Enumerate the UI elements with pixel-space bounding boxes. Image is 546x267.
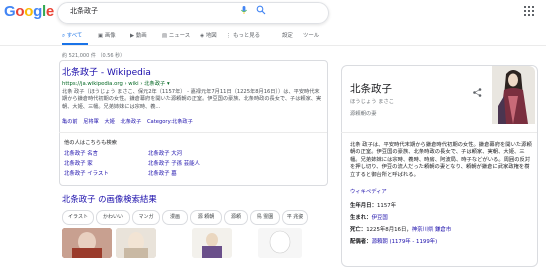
fact-row: 死亡：1225年8月16日，神奈川県 鎌倉市 [350,225,451,233]
map-icon: ◈ [200,33,205,39]
filter-chip[interactable]: 平 兆姿 [282,210,308,225]
fact-value: 1157年 [376,203,397,209]
tab-label: すべて [66,33,83,39]
thumbnail-image[interactable] [62,228,112,258]
result-stats: 約 521,000 件 （0.56 秒） [62,53,126,59]
tab-tools[interactable]: ツール [303,31,319,39]
fact-label: 死亡： [350,227,367,233]
tab-label: 地図 [205,33,217,39]
related-searches-heading: 他の人はこちらも検索 [64,140,117,146]
fact-label: 生まれ： [350,215,372,221]
fact-row: 生年月日：1157年 [350,201,396,209]
filter-chip[interactable]: 漫画 [162,210,188,225]
search-icon[interactable] [256,5,266,15]
news-icon: ▤ [162,33,168,39]
filter-chip[interactable]: マンガ [132,210,160,225]
header-divider [0,45,546,46]
panel-title: 北条政子 [350,83,392,95]
logo-letter: G [4,3,16,20]
tab-images[interactable]: ▣ 画像 [98,31,116,39]
share-icon[interactable] [473,88,482,97]
result-url[interactable]: https://ja.wikipedia.org › wiki › 北条政子 ▾ [62,79,170,87]
result-title-link[interactable]: 北条政子 - Wikipedia [62,65,151,78]
fact-row: 配偶者：源頼朝 (1179年 - 1199年) [350,237,437,245]
filter-chip[interactable]: イラスト [62,210,94,225]
panel-bio: 北条 政子は、平安時代末期から鎌倉時代初期の女性。鎌倉幕府を開いた源頼朝の正室。… [350,142,532,178]
search-small-icon: ⌕ [62,33,66,39]
filter-chip[interactable]: 源 頼朝 [190,210,222,225]
fact-link[interactable]: 源頼朝 (1179年 - 1199年) [372,239,438,245]
tab-all[interactable]: ⌕ すべて [62,31,82,40]
panel-reading: ほうじょう まさこ [350,99,395,105]
filter-chip[interactable]: 源頼 [224,210,248,225]
microphone-icon[interactable] [239,5,249,15]
image-icon: ▣ [98,33,104,39]
related-search-link[interactable]: 北条政子 イラスト [64,169,109,177]
logo-letter: e [45,3,54,20]
fact-label: 配偶者： [350,239,372,245]
tab-settings[interactable]: 設定 [282,31,293,39]
sitelink[interactable]: 亀の前 [62,119,78,125]
panel-divider [341,132,537,133]
related-search-link[interactable]: 北条政子 子孫 芸能人 [148,159,200,167]
tab-news[interactable]: ▤ ニュース [162,31,190,39]
fact-link[interactable]: 伊豆国 [372,215,388,221]
panel-description: 源頼朝の妻 [350,111,377,117]
portrait-image[interactable] [492,66,535,124]
tab-maps[interactable]: ◈ 地図 [200,31,217,39]
sitelink[interactable]: 尼将軍 [83,119,99,125]
thumbnail-image[interactable] [192,228,232,258]
related-search-link[interactable]: 北条政子 家 [64,159,93,167]
video-icon: ▶ [130,33,135,39]
thumbnail-image[interactable] [116,228,156,258]
sitelink[interactable]: 大姫 [104,119,114,125]
fact-value: 1225年8月16日， [366,227,412,233]
logo-letter: o [15,3,25,20]
thumbnail-image[interactable] [258,228,302,258]
fact-label: 生年月日： [350,203,377,209]
fact-row: 生まれ：伊豆国 [350,213,388,221]
more-dots-icon: ⋮ [226,33,232,39]
tab-label: 画像 [104,33,116,39]
filter-chip[interactable]: 鳥 霊園 [250,210,280,225]
fact-link[interactable]: 神奈川県 鎌倉市 [412,227,451,233]
sitelinks: 亀の前 尼将軍 大姫 北条政子 Category:北条政子 [62,118,197,125]
sitelink[interactable]: Category:北条政子 [147,119,193,125]
tab-videos[interactable]: ▶ 動画 [130,31,147,39]
tab-label: もっと見る [233,33,261,39]
logo-letter: g [33,3,42,20]
search-box [57,2,329,24]
tab-more[interactable]: ⋮ もっと見る [226,31,260,39]
apps-grid-icon[interactable] [524,6,534,16]
image-results-title[interactable]: 北条政子 の画像検索結果 [62,193,157,205]
related-search-link[interactable]: 北条政子 名言 [64,149,98,157]
related-search-link[interactable]: 北条政子 大河 [148,149,182,157]
tab-label: 動画 [135,33,147,39]
result-snippet: 北条 政子（ほうじょう まさこ、保元2年（1157年） - 嘉禄元年7月11日（… [62,89,322,110]
google-logo[interactable]: Google [4,3,54,20]
logo-letter: o [24,3,34,20]
wikipedia-link[interactable]: ウィキペディア [350,187,387,195]
related-search-link[interactable]: 北条政子 墓 [148,169,177,177]
tab-label: ニュース [168,33,191,39]
card-divider [59,132,327,133]
filter-chip[interactable]: かわいい [96,210,130,225]
sitelink[interactable]: 北条政子 [121,119,142,125]
